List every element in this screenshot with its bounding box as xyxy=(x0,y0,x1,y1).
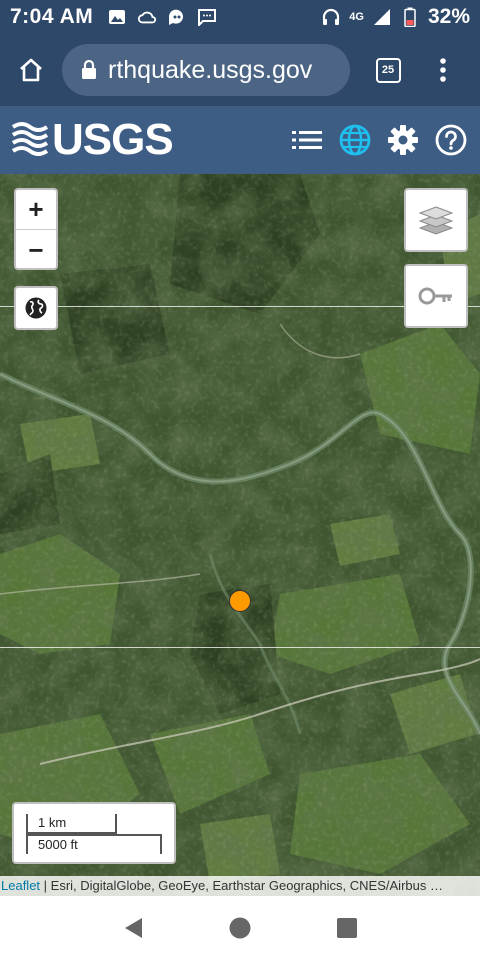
address-bar[interactable]: rthquake.usgs.gov xyxy=(62,44,350,96)
message-icon xyxy=(197,7,217,27)
usgs-wordmark: USGS xyxy=(52,115,174,164)
gear-icon xyxy=(388,125,418,155)
browser-toolbar: rthquake.usgs.gov 25 xyxy=(0,34,480,106)
home-icon xyxy=(20,58,42,82)
status-time: 7:04 AM xyxy=(10,5,94,28)
key-icon xyxy=(418,287,452,305)
scale-bar: 1 km 5000 ft xyxy=(12,802,176,864)
zoom-control: + − xyxy=(14,188,58,270)
usgs-wave-icon xyxy=(12,122,48,156)
world-view-button[interactable] xyxy=(14,286,58,330)
zoom-out-button[interactable]: − xyxy=(16,230,56,270)
tab-count: 25 xyxy=(375,57,401,83)
recents-square-icon xyxy=(336,918,357,938)
help-button[interactable] xyxy=(434,123,468,157)
earthquake-marker[interactable] xyxy=(229,590,251,612)
more-vert-icon xyxy=(440,58,446,82)
back-button[interactable] xyxy=(113,908,153,948)
site-header: USGS xyxy=(0,106,480,174)
world-icon xyxy=(25,297,47,319)
battery-icon xyxy=(400,7,420,27)
map-attribution: Leaflet | Esri, DigitalGlobe, GeoEye, Ea… xyxy=(0,876,480,896)
legend-button[interactable] xyxy=(404,264,468,328)
headset-icon xyxy=(321,7,341,27)
layers-icon xyxy=(418,206,454,235)
url-text: rthquake.usgs.gov xyxy=(108,55,313,84)
signal-icon xyxy=(372,7,392,27)
image-icon xyxy=(107,7,127,27)
status-bar: 7:04 AM 4G 32% xyxy=(0,0,480,34)
cloud-icon xyxy=(137,7,157,27)
globe-icon xyxy=(339,124,371,156)
system-status: 4G 32% xyxy=(321,5,470,29)
satellite-map[interactable]: + − 1 km 5000 ft Leaflet | Esri, Digital… xyxy=(0,174,480,896)
network-type: 4G xyxy=(349,11,364,23)
help-icon xyxy=(435,124,467,156)
list-button[interactable] xyxy=(290,123,324,157)
leaflet-link[interactable]: Leaflet xyxy=(1,878,40,893)
browser-menu-button[interactable] xyxy=(418,34,468,106)
layers-button[interactable] xyxy=(404,188,468,252)
usgs-logo[interactable]: USGS xyxy=(12,115,174,165)
zoom-in-button[interactable]: + xyxy=(16,190,56,230)
back-triangle-icon xyxy=(125,918,143,938)
list-icon xyxy=(292,131,322,149)
scale-imperial: 5000 ft xyxy=(26,834,162,854)
attribution-text: | Esri, DigitalGlobe, GeoEye, Earthstar … xyxy=(40,878,443,893)
scale-metric: 1 km xyxy=(26,814,117,834)
settings-button[interactable] xyxy=(386,123,420,157)
recents-button[interactable] xyxy=(327,908,367,948)
home-button[interactable] xyxy=(0,34,62,106)
system-nav-bar xyxy=(0,896,480,960)
map-button[interactable] xyxy=(338,123,372,157)
home-nav-button[interactable] xyxy=(220,908,260,948)
tab-switcher-button[interactable]: 25 xyxy=(366,34,410,106)
assistant-icon xyxy=(167,7,187,27)
home-circle-icon xyxy=(229,917,251,939)
notification-icons xyxy=(107,7,217,27)
graticule-line-lower xyxy=(0,647,480,648)
header-actions xyxy=(290,123,480,157)
lock-icon xyxy=(82,60,96,79)
battery-percent: 32% xyxy=(427,5,470,28)
